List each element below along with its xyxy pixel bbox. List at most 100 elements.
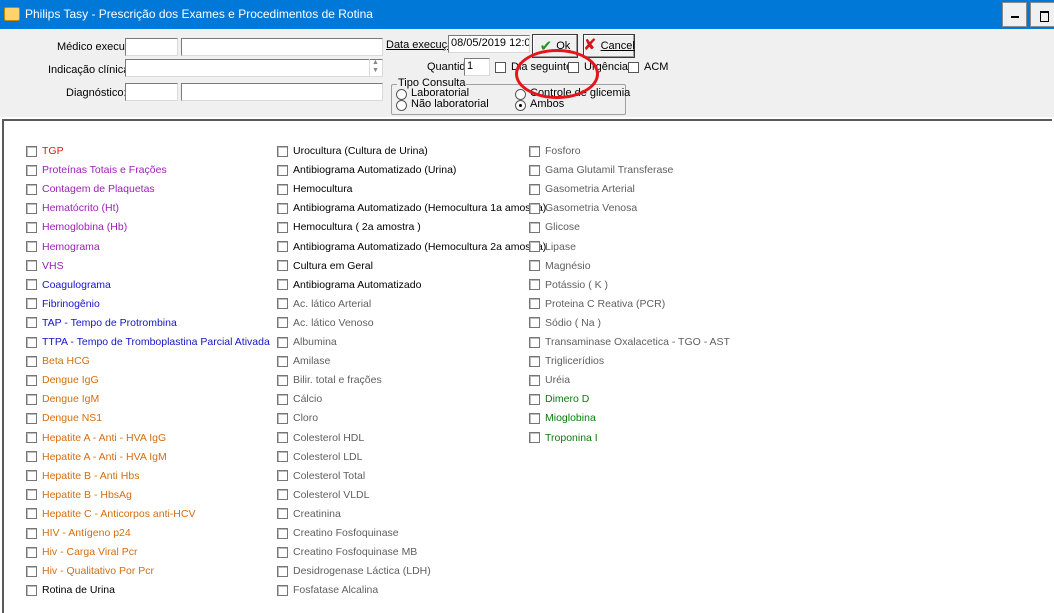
medico-name-field[interactable] <box>181 38 383 56</box>
exam-checkbox[interactable] <box>529 183 540 195</box>
exam-checkbox[interactable] <box>277 202 288 214</box>
exam-checkbox[interactable] <box>277 298 288 310</box>
exam-item[interactable]: Hemocultura ( 2a amostra ) <box>277 219 421 235</box>
exam-item[interactable]: Antibiograma Automatizado (Hemocultura 2… <box>277 239 546 255</box>
exam-checkbox[interactable] <box>26 279 37 291</box>
exam-item[interactable]: Hepatite A - Anti - HVA IgM <box>26 449 167 465</box>
exam-checkbox[interactable] <box>26 470 37 482</box>
exam-checkbox[interactable] <box>277 221 288 233</box>
exam-item[interactable]: VHS <box>26 258 64 274</box>
exam-item[interactable]: HIV - Antígeno p24 <box>26 525 131 541</box>
exam-item[interactable]: Contagem de Plaquetas <box>26 181 155 197</box>
exam-item[interactable]: Fibrinogênio <box>26 296 100 312</box>
exam-checkbox[interactable] <box>277 183 288 195</box>
data-execucao-field[interactable]: 08/05/2019 12:00 <box>448 35 530 53</box>
exam-item[interactable]: Dengue NS1 <box>26 410 102 426</box>
exam-item[interactable]: Hiv - Carga Viral Pcr <box>26 544 138 560</box>
exam-item[interactable]: TTPA - Tempo de Tromboplastina Parcial A… <box>26 334 270 350</box>
exam-item[interactable]: Cloro <box>277 410 318 426</box>
cancel-button[interactable]: ✘ Cancel <box>583 34 635 58</box>
exam-item[interactable]: Uréia <box>529 372 570 388</box>
exam-checkbox[interactable] <box>529 336 540 348</box>
exam-checkbox[interactable] <box>529 241 540 252</box>
exam-item[interactable]: Albumina <box>277 334 337 350</box>
exam-checkbox[interactable] <box>26 451 37 463</box>
exam-item[interactable]: Hemoglobina (Hb) <box>26 219 127 235</box>
exam-checkbox[interactable] <box>277 584 288 596</box>
exam-checkbox[interactable] <box>277 565 288 577</box>
maximize-button[interactable] <box>1030 2 1054 27</box>
exam-checkbox[interactable] <box>277 374 288 386</box>
exam-item[interactable]: Antibiograma Automatizado <box>277 277 421 293</box>
scroll-up-icon[interactable]: ▲ <box>372 59 379 66</box>
radio-controle-glicemia[interactable] <box>515 89 526 100</box>
exam-checkbox[interactable] <box>277 241 288 252</box>
exam-checkbox[interactable] <box>277 355 288 367</box>
scroll-down-icon[interactable]: ▼ <box>372 67 379 74</box>
exam-checkbox[interactable] <box>277 260 288 272</box>
minimize-button[interactable] <box>1002 2 1027 27</box>
exam-checkbox[interactable] <box>277 336 288 348</box>
exam-checkbox[interactable] <box>529 374 540 386</box>
exam-checkbox[interactable] <box>277 412 288 424</box>
exam-item[interactable]: Coagulograma <box>26 277 111 293</box>
exam-checkbox[interactable] <box>26 145 37 157</box>
exam-checkbox[interactable] <box>529 432 540 443</box>
exam-checkbox[interactable] <box>529 164 540 176</box>
exam-item[interactable]: Rotina de Urina <box>26 582 115 598</box>
exam-item[interactable]: Gasometria Venosa <box>529 200 637 216</box>
exam-checkbox[interactable] <box>26 374 37 386</box>
exam-checkbox[interactable] <box>277 527 288 539</box>
exam-item[interactable]: Proteina C Reativa (PCR) <box>529 296 665 312</box>
exam-checkbox[interactable] <box>26 202 37 214</box>
exam-checkbox[interactable] <box>529 221 540 233</box>
exam-checkbox[interactable] <box>277 279 288 291</box>
quantidade-field[interactable]: 1 <box>464 58 490 76</box>
exam-checkbox[interactable] <box>529 145 540 157</box>
exam-checkbox[interactable] <box>529 393 540 405</box>
exam-checkbox[interactable] <box>26 489 37 501</box>
exam-checkbox[interactable] <box>277 546 288 558</box>
exam-item[interactable]: Hepatite A - Anti - HVA IgG <box>26 430 166 446</box>
exam-checkbox[interactable] <box>529 355 540 367</box>
exam-item[interactable]: Urocultura (Cultura de Urina) <box>277 143 428 159</box>
exam-item[interactable]: Colesterol Total <box>277 468 365 484</box>
exam-checkbox[interactable] <box>26 565 37 577</box>
exam-item[interactable]: Hepatite B - HbsAg <box>26 487 132 503</box>
exam-checkbox[interactable] <box>277 317 288 329</box>
exam-checkbox[interactable] <box>26 584 37 596</box>
exam-item[interactable]: Creatinina <box>277 506 341 522</box>
medico-code-field[interactable] <box>125 38 178 56</box>
exam-item[interactable]: Ac. lático Arterial <box>277 296 371 312</box>
exam-checkbox[interactable] <box>26 393 37 405</box>
exam-item[interactable]: Ac. lático Venoso <box>277 315 374 331</box>
exam-checkbox[interactable] <box>26 412 37 424</box>
exam-item[interactable]: Lipase <box>529 239 576 255</box>
exam-item[interactable]: Dengue IgG <box>26 372 99 388</box>
indicacao-scroll[interactable]: ▲ ▼ <box>369 59 383 77</box>
exam-checkbox[interactable] <box>26 355 37 367</box>
exam-checkbox[interactable] <box>26 183 37 195</box>
exam-checkbox[interactable] <box>26 298 37 310</box>
exam-item[interactable]: Gama Glutamil Transferase <box>529 162 673 178</box>
exam-checkbox[interactable] <box>277 508 288 520</box>
radio-ambos[interactable] <box>515 100 526 111</box>
exam-checkbox[interactable] <box>529 202 540 214</box>
exam-item[interactable]: Hepatite B - Anti Hbs <box>26 468 139 484</box>
exam-item[interactable]: Cálcio <box>277 391 322 407</box>
exam-item[interactable]: Creatino Fosfoquinase MB <box>277 544 417 560</box>
exam-item[interactable]: Colesterol VLDL <box>277 487 369 503</box>
exam-checkbox[interactable] <box>277 393 288 405</box>
exam-checkbox[interactable] <box>26 508 37 520</box>
exam-checkbox[interactable] <box>26 164 37 176</box>
exam-item[interactable]: Hematócrito (Ht) <box>26 200 119 216</box>
radio-laboratorial[interactable] <box>396 89 407 100</box>
exam-item[interactable]: Cultura em Geral <box>277 258 373 274</box>
ok-button[interactable]: ✔ Ok <box>532 34 578 58</box>
exam-item[interactable]: Dengue IgM <box>26 391 99 407</box>
exam-item[interactable]: Hemocultura <box>277 181 353 197</box>
acm-checkbox[interactable] <box>628 62 639 73</box>
exam-item[interactable]: Antibiograma Automatizado (Urina) <box>277 162 456 178</box>
exam-item[interactable]: Antibiograma Automatizado (Hemocultura 1… <box>277 200 546 216</box>
exam-item[interactable]: Amilase <box>277 353 330 369</box>
